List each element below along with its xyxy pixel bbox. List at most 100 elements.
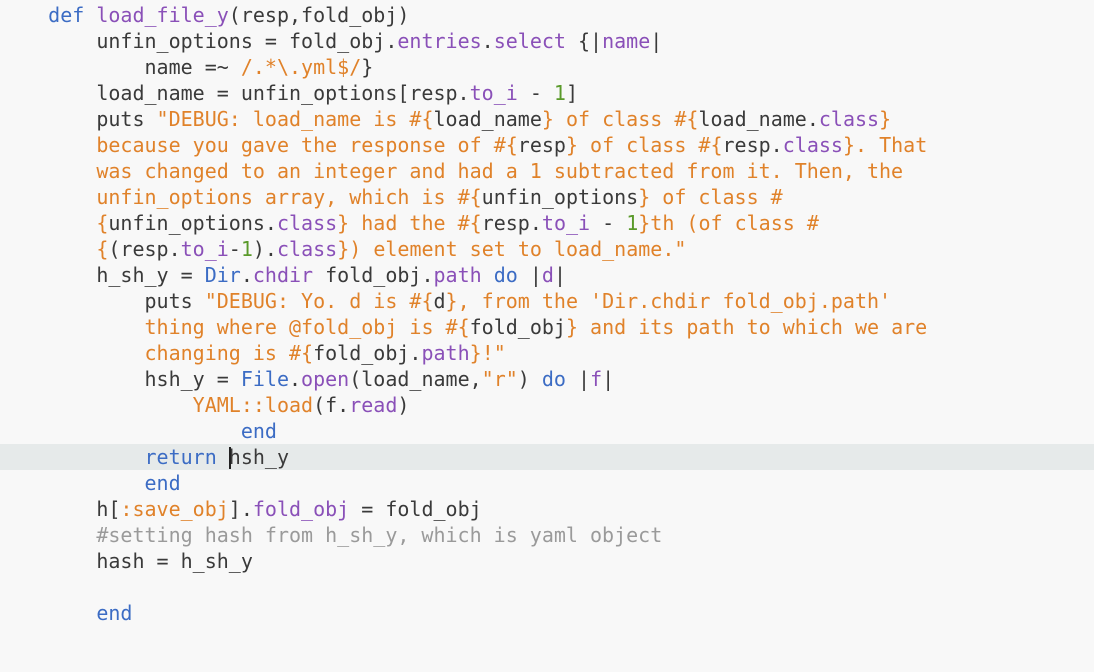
code-token: 1 xyxy=(240,237,253,261)
code-token: (resp. xyxy=(108,237,181,261)
code-token: of class # xyxy=(650,185,783,209)
code-line[interactable]: end xyxy=(0,600,1094,626)
code-line[interactable]: YAML::load(f.read) xyxy=(0,392,1094,418)
code-token: !" xyxy=(481,341,506,365)
code-token: File xyxy=(240,367,289,391)
code-line[interactable]: h_sh_y = Dir.chdir fold_obj.path do |d| xyxy=(0,262,1094,288)
code-token: #{ xyxy=(457,185,482,209)
code-token: #{ xyxy=(409,289,434,313)
code-token: d xyxy=(433,289,446,313)
code-token: ). xyxy=(252,237,277,261)
code-token: } xyxy=(879,107,892,131)
code-token: f xyxy=(590,367,603,391)
code-token: #{ xyxy=(457,211,482,235)
code-token: end xyxy=(96,601,133,625)
code-line[interactable] xyxy=(0,574,1094,600)
code-token: . xyxy=(240,263,253,287)
code-editor[interactable]: def load_file_y(resp,fold_obj) unfin_opt… xyxy=(0,0,1094,672)
code-token: } xyxy=(541,107,554,131)
code-token: "DEBUG: Yo. d is xyxy=(204,289,410,313)
code-token: unfin_options. xyxy=(108,211,277,235)
code-token: name =~ xyxy=(0,55,241,79)
code-token: read xyxy=(349,393,398,417)
code-token: return xyxy=(144,445,217,469)
code-token: . xyxy=(289,367,302,391)
code-token: {| xyxy=(565,29,603,53)
code-line[interactable]: end xyxy=(0,470,1094,496)
code-line[interactable]: because you gave the response of #{resp}… xyxy=(0,132,1094,158)
code-token: and its path to which we are xyxy=(578,315,928,339)
code-line[interactable]: changing is #{fold_obj.path}!" xyxy=(0,340,1094,366)
code-line[interactable]: puts "DEBUG: Yo. d is #{d}, from the 'Di… xyxy=(0,288,1094,314)
code-token: load_name. xyxy=(698,107,819,131)
code-line[interactable]: unfin_options = fold_obj.entries.select … xyxy=(0,28,1094,54)
code-token: ) xyxy=(517,367,542,391)
code-token: class xyxy=(818,107,880,131)
code-token: of class xyxy=(553,107,675,131)
code-token: ) xyxy=(397,393,410,417)
code-line[interactable]: hsh_y = File.open(load_name,"r") do |f| xyxy=(0,366,1094,392)
code-token: } xyxy=(361,55,374,79)
code-token: fold_obj xyxy=(252,497,350,521)
code-token: } xyxy=(638,185,651,209)
code-line[interactable]: {(resp.to_i-1).class}) element set to lo… xyxy=(0,236,1094,262)
code-token: } xyxy=(445,289,458,313)
code-token: to_i xyxy=(469,81,518,105)
code-token: } xyxy=(565,133,578,157)
code-token: unfin_options = fold_obj. xyxy=(0,29,398,53)
code-line[interactable]: thing where @fold_obj is #{fold_obj} and… xyxy=(0,314,1094,340)
code-token: of class xyxy=(578,133,699,157)
code-token: unfin_options xyxy=(481,185,639,209)
code-line[interactable]: puts "DEBUG: load_name is #{load_name} o… xyxy=(0,106,1094,132)
code-line[interactable]: unfin_options array, which is #{unfin_op… xyxy=(0,184,1094,210)
code-token: load_name = unfin_options[resp. xyxy=(0,81,470,105)
code-token: 1 xyxy=(553,81,566,105)
code-line[interactable]: hash = h_sh_y xyxy=(0,548,1094,574)
code-token: open xyxy=(301,367,350,391)
code-token: def xyxy=(48,3,85,27)
code-line[interactable]: load_name = unfin_options[resp.to_i - 1] xyxy=(0,80,1094,106)
code-token: "DEBUG: load_name is xyxy=(156,107,410,131)
code-token: { xyxy=(96,237,109,261)
code-token: load_file_y xyxy=(96,3,229,27)
code-token: had the xyxy=(349,211,458,235)
code-token: } xyxy=(842,133,855,157)
code-token: Dir xyxy=(204,263,241,287)
code-line[interactable]: return hsh_y xyxy=(0,444,1094,470)
code-token: hsh_y xyxy=(228,445,290,469)
code-token: h_sh_y = xyxy=(0,263,205,287)
code-token: puts xyxy=(0,289,205,313)
code-token: name xyxy=(602,29,651,53)
code-token: } xyxy=(337,237,350,261)
code-token: ] xyxy=(565,81,578,105)
code-line[interactable]: {unfin_options.class} had the #{resp.to_… xyxy=(0,210,1094,236)
code-token: #{ xyxy=(409,107,434,131)
code-token: } xyxy=(337,211,350,235)
code-token: | xyxy=(602,367,615,391)
code-token: do xyxy=(541,367,566,391)
code-token: select xyxy=(493,29,566,53)
code-token: . That xyxy=(855,133,928,157)
code-token: thing where @fold_obj is xyxy=(144,315,446,339)
code-line[interactable]: def load_file_y(resp,fold_obj) xyxy=(0,2,1094,28)
code-line[interactable]: name =~ /.*\.yml$/} xyxy=(0,54,1094,80)
code-token: do xyxy=(493,263,518,287)
code-line[interactable]: #setting hash from h_sh_y, which is yaml… xyxy=(0,522,1094,548)
code-token: end xyxy=(240,419,277,443)
code-token: hash = h_sh_y xyxy=(0,549,253,573)
code-line[interactable]: end xyxy=(0,418,1094,444)
code-line[interactable]: was changed to an integer and had a 1 su… xyxy=(0,158,1094,184)
code-token: because you gave the response of xyxy=(96,133,494,157)
code-token: th (of class # xyxy=(650,211,819,235)
code-token: ) element set to load_name." xyxy=(349,237,687,261)
code-line[interactable]: h[:save_obj].fold_obj = fold_obj xyxy=(0,496,1094,522)
